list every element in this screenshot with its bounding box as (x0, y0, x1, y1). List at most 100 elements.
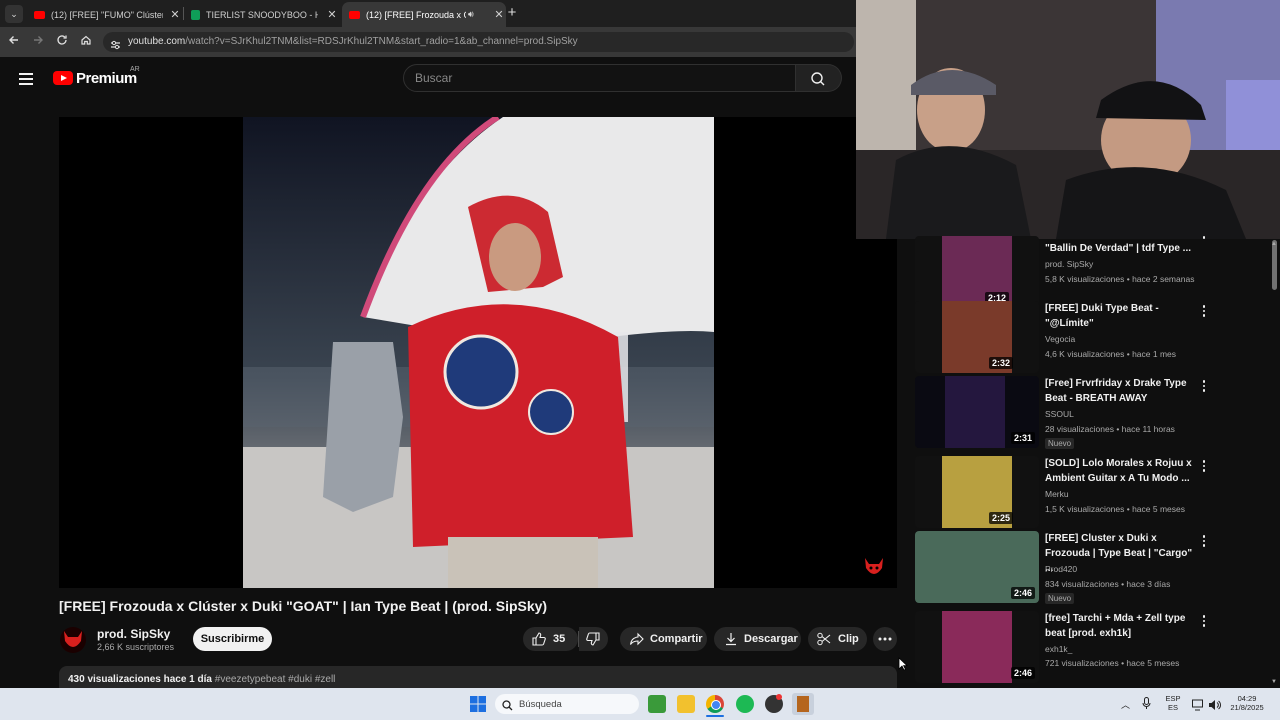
search-input[interactable] (403, 64, 796, 92)
active-app-indicator (706, 715, 724, 717)
channel-name[interactable]: prod. SipSky (1045, 259, 1093, 269)
clock-time: 04:29 (1237, 694, 1257, 703)
microphone-icon[interactable] (1142, 697, 1151, 715)
scissors-icon (817, 632, 831, 646)
tab-close-icon[interactable]: ✕ (168, 8, 182, 21)
tab-close-icon[interactable]: ✕ (325, 8, 339, 21)
channel-name[interactable]: Vegocia (1045, 334, 1075, 344)
channel-name[interactable]: Prod420 (1045, 564, 1077, 574)
more-actions-button[interactable] (873, 627, 897, 651)
more-options-icon[interactable] (1201, 535, 1207, 549)
video-meta: 4,6 K visualizaciones • hace 1 mes (1045, 349, 1177, 359)
spotify-icon[interactable] (736, 695, 754, 713)
more-options-icon[interactable] (1201, 305, 1207, 319)
mouse-cursor-icon (898, 657, 909, 676)
video-title[interactable]: "Ballin De Verdad" | tdf Type ... (1045, 241, 1195, 256)
download-button[interactable]: Descargar (714, 627, 801, 651)
video-title[interactable]: [free] Tarchi + Mda + Zell type beat [pr… (1045, 611, 1195, 641)
channel-name[interactable]: exh1k_ (1045, 644, 1072, 654)
scroll-up-arrow-icon[interactable]: ▲ (1271, 241, 1277, 247)
new-tab-button[interactable]: + (505, 5, 519, 21)
forward-arrow-icon[interactable] (30, 34, 46, 50)
share-label: Compartir (650, 633, 703, 645)
recommended-video[interactable]: 2:46 [FREE] Cluster x Duki x Frozouda | … (915, 531, 1275, 607)
scroll-down-arrow-icon[interactable]: ▼ (1271, 679, 1277, 685)
file-explorer-icon[interactable] (677, 695, 695, 713)
home-icon[interactable] (78, 34, 94, 50)
download-label: Descargar (744, 633, 798, 645)
site-info-icon[interactable] (110, 37, 121, 55)
more-options-icon[interactable] (1201, 615, 1207, 629)
language-indicator[interactable]: ESP ES (1162, 694, 1184, 712)
browser-tab-2[interactable]: TIERLIST SNOODYBOO - Hojas ✕ (187, 2, 339, 27)
video-thumbnail[interactable]: 2:31 (915, 376, 1039, 448)
more-options-icon[interactable] (1201, 460, 1207, 474)
like-count: 35 (553, 633, 566, 645)
hashtags[interactable]: #veezetypebeat #duki #zell (215, 674, 336, 685)
tab-audio-icon[interactable]: 🔊︎ (468, 9, 474, 20)
channel-avatar[interactable] (60, 627, 86, 653)
clip-button[interactable]: Clip (808, 627, 867, 651)
taskbar-search[interactable] (495, 694, 639, 714)
new-badge: Nuevo (1045, 593, 1075, 604)
clip-label: Clip (838, 633, 859, 645)
clock[interactable]: 04:29 21/8/2025 (1225, 694, 1269, 712)
like-button[interactable]: 35 (523, 627, 578, 651)
scrollbar-thumb[interactable] (1272, 240, 1277, 290)
dislike-button[interactable] (579, 627, 608, 651)
search-button[interactable] (796, 64, 842, 92)
video-meta: 5,8 K visualizaciones • hace 2 semanas (1045, 274, 1195, 284)
search-placeholder: Buscar (415, 71, 453, 85)
recommended-video[interactable]: 2:32 [FREE] Duki Type Beat - "@Límite" V… (915, 301, 1275, 377)
video-thumbnail[interactable]: 2:46 (915, 611, 1039, 683)
youtube-logo-icon[interactable] (53, 71, 73, 85)
volume-icon[interactable] (1208, 698, 1221, 716)
logo-text[interactable]: Premium (76, 70, 137, 87)
recommended-video[interactable]: 2:25 [SOLD] Lolo Morales x Rojuu x Ambie… (915, 456, 1275, 532)
video-thumbnail[interactable]: 2:46 (915, 531, 1039, 603)
video-title[interactable]: [SOLD] Lolo Morales x Rojuu x Ambient Gu… (1045, 456, 1195, 486)
app-icon[interactable] (792, 693, 814, 715)
subscribe-button[interactable]: Suscribirme (193, 627, 272, 651)
share-button[interactable]: Compartir (620, 627, 707, 651)
hamburger-menu-icon[interactable] (19, 73, 33, 88)
tab-title: (12) [FREE] "FUMO" Clúster x Fr (51, 9, 163, 20)
channel-name[interactable]: Merku (1045, 489, 1069, 499)
network-icon[interactable] (1192, 698, 1205, 716)
recommended-video[interactable]: 2:46 [free] Tarchi + Mda + Zell type bea… (915, 611, 1275, 687)
url-text[interactable]: youtube.com/watch?v=SJrKhul2TNM&list=RDS… (128, 36, 578, 47)
video-duration: 2:31 (1010, 432, 1035, 444)
browser-tab-1[interactable]: (12) [FREE] "FUMO" Clúster x Fr ✕ (30, 2, 182, 27)
video-title[interactable]: [Free] Frvrfriday x Drake Type Beat - BR… (1045, 376, 1195, 406)
sheets-favicon-icon (191, 9, 200, 20)
chrome-icon[interactable] (706, 695, 724, 713)
reload-icon[interactable] (54, 34, 70, 50)
tab-title: TIERLIST SNOODYBOO - Hojas (206, 9, 318, 20)
back-arrow-icon[interactable] (6, 34, 22, 50)
browser-tab-3-active[interactable]: (12) [FREE] Frozouda x Clú 🔊︎ ✕ (342, 2, 506, 27)
more-options-icon[interactable] (1201, 236, 1207, 241)
video-meta: 28 visualizaciones • hace 11 horas (1045, 424, 1175, 434)
video-frame-image[interactable] (243, 117, 714, 588)
tab-close-icon[interactable]: ✕ (492, 8, 506, 21)
minecraft-icon[interactable] (648, 695, 666, 713)
video-thumbnail[interactable]: 2:32 (915, 301, 1039, 373)
system-tray-chevron-icon[interactable]: ︿ (1121, 698, 1130, 711)
channel-name[interactable]: SSOUL (1045, 409, 1074, 419)
video-thumbnail[interactable]: 2:25 (915, 456, 1039, 528)
keyboard-layout: ES (1167, 703, 1178, 712)
search-icon (811, 72, 825, 86)
video-meta: 834 visualizaciones • hace 3 días (1045, 579, 1171, 589)
sidebar-scrollbar[interactable] (1270, 239, 1278, 688)
video-title[interactable]: [FREE] Duki Type Beat - "@Límite" (1045, 301, 1195, 331)
windows-start-icon[interactable] (470, 696, 486, 717)
recommended-video[interactable]: 2:31 [Free] Frvrfriday x Drake Type Beat… (915, 376, 1275, 452)
subscriber-count: 2,66 K suscriptores (97, 642, 175, 652)
more-options-icon[interactable] (1201, 380, 1207, 394)
channel-watermark-icon[interactable] (862, 556, 886, 578)
video-thumbnail[interactable]: 2:12 (915, 236, 1039, 308)
tab-search-chevron-icon[interactable]: ⌄ (5, 5, 23, 23)
windows-taskbar (0, 688, 1280, 720)
search-icon (502, 698, 513, 716)
channel-name[interactable]: prod. SipSky (97, 627, 170, 641)
